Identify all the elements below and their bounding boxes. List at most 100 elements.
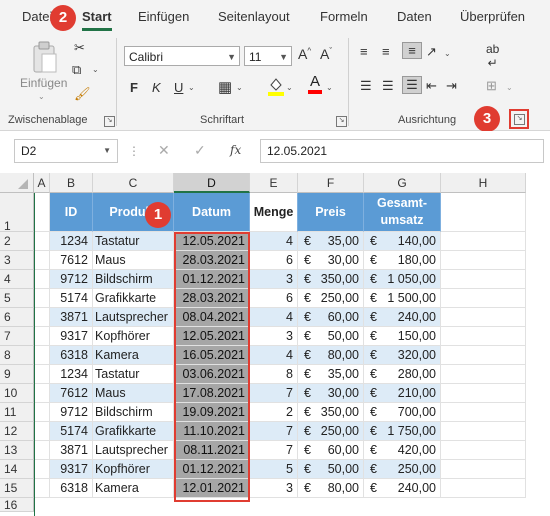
cell[interactable] bbox=[441, 441, 526, 460]
row-header[interactable]: 4 bbox=[0, 270, 34, 289]
cell-produkt[interactable]: Tastatur bbox=[93, 232, 174, 251]
cell-preis[interactable]: €250,00 bbox=[298, 289, 364, 308]
cell[interactable] bbox=[441, 460, 526, 479]
fill-color-icon[interactable] bbox=[268, 76, 284, 96]
cell[interactable] bbox=[441, 232, 526, 251]
cell[interactable] bbox=[441, 308, 526, 327]
cell[interactable] bbox=[34, 384, 50, 403]
cell-gesamt[interactable]: €1 750,00 bbox=[364, 422, 441, 441]
cell-produkt[interactable]: Bildschirm bbox=[93, 403, 174, 422]
cell-preis[interactable]: €35,00 bbox=[298, 365, 364, 384]
cell-id[interactable]: 3871 bbox=[50, 308, 93, 327]
cell[interactable] bbox=[441, 403, 526, 422]
cell-menge[interactable]: 4 bbox=[250, 232, 298, 251]
insert-function-icon[interactable]: fx bbox=[230, 139, 241, 161]
tab-seitenlayout[interactable]: Seitenlayout bbox=[218, 9, 290, 24]
align-middle-icon[interactable]: ≡ bbox=[382, 44, 390, 59]
orientation-dropdown-icon[interactable]: ⌄ bbox=[444, 49, 451, 58]
cell-h1[interactable] bbox=[441, 193, 526, 232]
cell-preis[interactable]: €60,00 bbox=[298, 308, 364, 327]
clipboard-dialog-launcher-icon[interactable]: ↘ bbox=[104, 116, 115, 127]
paste-dropdown-icon[interactable]: ⌄ bbox=[38, 92, 45, 101]
cell-id[interactable]: 5174 bbox=[50, 289, 93, 308]
cell-produkt[interactable]: Grafikkarte bbox=[93, 289, 174, 308]
cell-preis[interactable]: €60,00 bbox=[298, 441, 364, 460]
cell-produkt[interactable]: Tastatur bbox=[93, 365, 174, 384]
row-header[interactable]: 5 bbox=[0, 289, 34, 308]
cut-icon[interactable]: ✂ bbox=[74, 40, 85, 56]
chevron-down-icon[interactable]: ▼ bbox=[103, 140, 111, 162]
cell[interactable] bbox=[34, 460, 50, 479]
cell-id[interactable]: 9712 bbox=[50, 403, 93, 422]
cell-a1[interactable] bbox=[34, 193, 50, 232]
tab-ueberpruefen[interactable]: Überprüfen bbox=[460, 9, 525, 24]
row-header[interactable]: 11 bbox=[0, 403, 34, 422]
decrease-font-icon[interactable]: Aˇ bbox=[320, 46, 332, 62]
cell[interactable] bbox=[34, 346, 50, 365]
cell[interactable] bbox=[441, 251, 526, 270]
cell-menge[interactable]: 6 bbox=[250, 251, 298, 270]
column-header-e[interactable]: E bbox=[250, 173, 298, 193]
cell-gesamt[interactable]: €280,00 bbox=[364, 365, 441, 384]
cell[interactable] bbox=[34, 232, 50, 251]
cell-id[interactable]: 9317 bbox=[50, 327, 93, 346]
cell-id[interactable]: 6318 bbox=[50, 479, 93, 498]
cell-id[interactable]: 1234 bbox=[50, 232, 93, 251]
cell[interactable] bbox=[34, 479, 50, 498]
select-all-corner[interactable] bbox=[0, 173, 34, 193]
cell-menge[interactable]: 4 bbox=[250, 346, 298, 365]
increase-font-icon[interactable]: A^ bbox=[298, 46, 311, 62]
cell-preis[interactable]: €250,00 bbox=[298, 422, 364, 441]
merge-dropdown-icon[interactable]: ⌄ bbox=[506, 83, 513, 92]
row-header[interactable]: 12 bbox=[0, 422, 34, 441]
column-header-f[interactable]: F bbox=[298, 173, 364, 193]
cell[interactable] bbox=[34, 270, 50, 289]
cell-preis[interactable]: €30,00 bbox=[298, 251, 364, 270]
cell-preis[interactable]: €350,00 bbox=[298, 270, 364, 289]
row-header[interactable]: 6 bbox=[0, 308, 34, 327]
cell-id[interactable]: 1234 bbox=[50, 365, 93, 384]
cell-produkt[interactable]: Lautsprecher bbox=[93, 308, 174, 327]
cell[interactable] bbox=[441, 327, 526, 346]
cell-produkt[interactable]: Kopfhörer bbox=[93, 327, 174, 346]
cell-menge[interactable]: 5 bbox=[250, 460, 298, 479]
row-header[interactable]: 9 bbox=[0, 365, 34, 384]
cell[interactable] bbox=[441, 346, 526, 365]
cell-produkt[interactable]: Grafikkarte bbox=[93, 422, 174, 441]
cell-produkt[interactable]: Kamera bbox=[93, 346, 174, 365]
align-center-icon[interactable]: ☰ bbox=[382, 78, 394, 94]
row-header[interactable]: 1 bbox=[0, 193, 34, 233]
cell-gesamt[interactable]: €240,00 bbox=[364, 479, 441, 498]
fill-color-dropdown-icon[interactable]: ⌄ bbox=[286, 83, 293, 92]
italic-button[interactable]: K bbox=[152, 80, 161, 95]
cell[interactable] bbox=[34, 251, 50, 270]
align-left-icon[interactable]: ☰ bbox=[360, 78, 372, 94]
cell-id[interactable]: 7612 bbox=[50, 384, 93, 403]
cell-produkt[interactable]: Kopfhörer bbox=[93, 460, 174, 479]
row-header[interactable]: 14 bbox=[0, 460, 34, 479]
cell[interactable] bbox=[34, 289, 50, 308]
decrease-indent-icon[interactable]: ⇤ bbox=[426, 78, 437, 94]
increase-indent-icon[interactable]: ⇥ bbox=[446, 78, 457, 94]
cell-produkt[interactable]: Maus bbox=[93, 384, 174, 403]
cell-gesamt[interactable]: €420,00 bbox=[364, 441, 441, 460]
column-header-h[interactable]: H bbox=[441, 173, 526, 193]
cell-preis[interactable]: €350,00 bbox=[298, 403, 364, 422]
merge-center-icon[interactable]: ⊞ bbox=[486, 78, 497, 94]
row-header[interactable]: 8 bbox=[0, 346, 34, 365]
cell-gesamt[interactable]: €250,00 bbox=[364, 460, 441, 479]
cell-gesamt[interactable]: €320,00 bbox=[364, 346, 441, 365]
cell-produkt[interactable]: Kamera bbox=[93, 479, 174, 498]
underline-dropdown-icon[interactable]: ⌄ bbox=[188, 83, 195, 92]
row-header[interactable]: 3 bbox=[0, 251, 34, 270]
cell-gesamt[interactable]: €1 500,00 bbox=[364, 289, 441, 308]
borders-icon[interactable]: ▦ bbox=[218, 78, 232, 96]
cell-menge[interactable]: 3 bbox=[250, 479, 298, 498]
alignment-dialog-launcher[interactable]: ↘ bbox=[509, 109, 529, 129]
tab-datei[interactable]: Datei bbox=[22, 9, 52, 24]
confirm-icon[interactable]: ✓ bbox=[194, 139, 206, 161]
cancel-icon[interactable]: ✕ bbox=[158, 139, 170, 161]
copy-dropdown-icon[interactable]: ⌄ bbox=[92, 65, 99, 74]
orientation-icon[interactable]: ↗ bbox=[426, 44, 437, 60]
cell-preis[interactable]: €30,00 bbox=[298, 384, 364, 403]
